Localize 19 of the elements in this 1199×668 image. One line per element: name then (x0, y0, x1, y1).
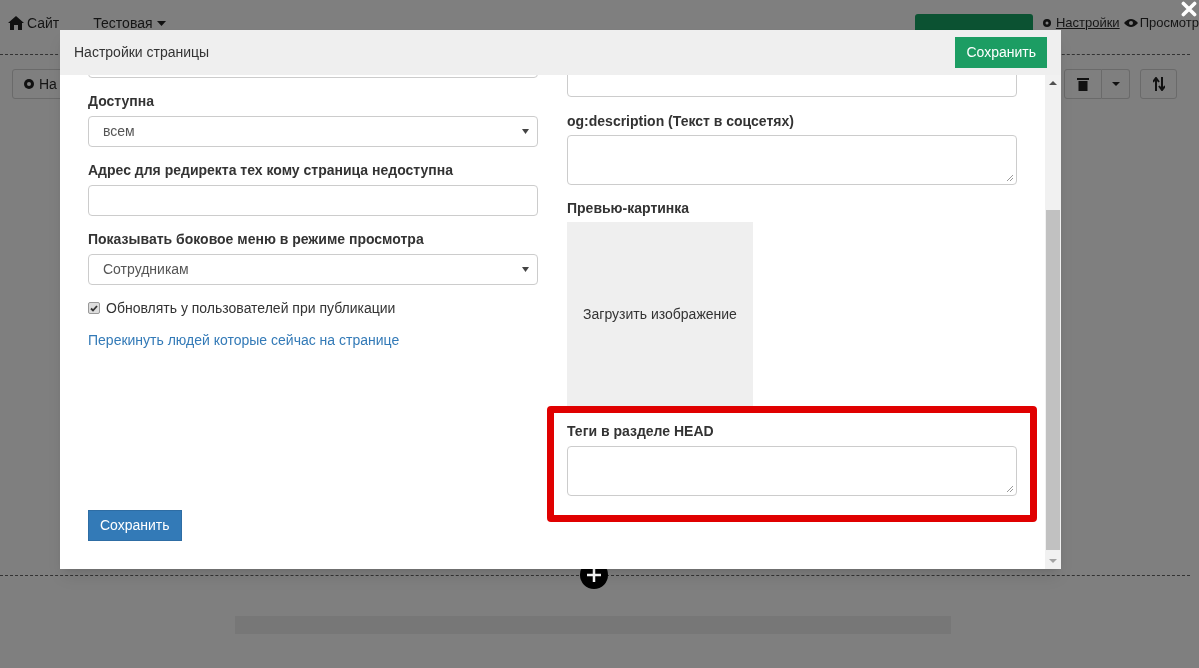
field-label: Адрес для редиректа тех кому страница недоступна (88, 161, 454, 180)
modal-title: Настройки страницы (74, 43, 210, 62)
breadcrumb-link[interactable]: Сайт (27, 12, 60, 34)
header-link[interactable]: Просмотр (1139, 13, 1199, 33)
checkbox-label: Обновлять у пользователей при публикации (106, 298, 396, 318)
field-label: og:description (Текст в соцсетях) (567, 112, 795, 131)
page-link[interactable]: Перекинуть людей которые сейчас на странице (88, 330, 400, 350)
header-link[interactable]: Настройки (1055, 13, 1120, 33)
upload-image-button[interactable]: Загрузить изображение (567, 222, 753, 406)
select-field[interactable]: Сотрудникам (88, 254, 538, 285)
field-label: Превью-картинка (567, 199, 691, 218)
button-label: На (39, 74, 57, 94)
field-label: Теги в разделе HEAD (567, 422, 715, 441)
save-button[interactable]: Сохранить (955, 37, 1047, 68)
field-label: Доступна (88, 92, 155, 111)
select-field[interactable]: всем (88, 116, 538, 147)
field-label: Показывать боковое меню в режиме просмотра (88, 230, 425, 249)
breadcrumb-link[interactable]: Тестовая (93, 12, 153, 34)
save-button[interactable]: Сохранить (88, 510, 182, 541)
